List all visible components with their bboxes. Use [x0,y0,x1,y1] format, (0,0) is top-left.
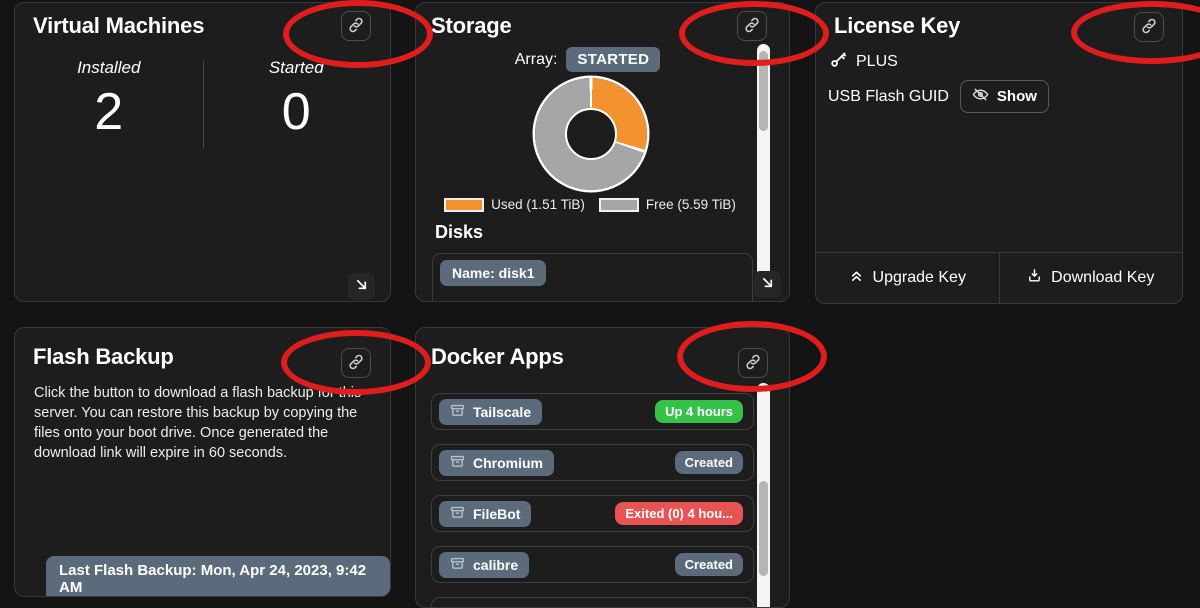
app-name-badge: calibre [439,552,529,578]
card-link-button[interactable] [738,348,768,378]
archive-box-icon [450,403,465,421]
app-name-badge: Chromium [439,450,554,476]
vm-installed-label: Installed [15,58,203,78]
link-icon [744,17,760,36]
app-name: calibre [473,557,518,573]
card-link-button[interactable] [341,11,371,41]
storage-card: Storage Array: STARTED Used (1.51 TiB) F… [415,2,790,302]
show-guid-button[interactable]: Show [960,80,1049,113]
app-status-badge: Created [675,451,743,474]
storage-scrollbar[interactable] [757,44,770,296]
docker-app-row-partial[interactable] [431,597,754,608]
license-footer: Upgrade Key Download Key [816,252,1182,303]
vertical-divider [203,61,204,149]
license-key-card: License Key PLUS USB Flash GUID Show Upg… [815,2,1183,304]
archive-box-icon [450,505,465,523]
license-tier-label: PLUS [856,53,898,71]
app-name: Tailscale [473,404,531,420]
array-label: Array: [515,51,558,69]
disk-name-badge: Name: disk1 [440,260,546,286]
license-tier-row: PLUS [830,51,898,73]
link-icon [348,354,364,373]
legend-item-free: Free (5.59 TiB) [599,197,736,212]
archive-box-icon [450,454,465,472]
legend-item-used: Used (1.51 TiB) [444,197,585,212]
legend-swatch-free [599,198,639,212]
link-icon [348,17,364,36]
donut-hole [565,108,617,160]
angles-up-icon [849,268,864,288]
eye-slash-icon [972,86,989,107]
donut-legend: Used (1.51 TiB) Free (5.59 TiB) [416,197,764,212]
card-resize-handle[interactable] [754,271,781,298]
legend-label-free: Free (5.59 TiB) [646,197,736,212]
legend-swatch-used [444,198,484,212]
vm-started-value: 0 [203,86,391,138]
array-status-row: Array: STARTED [416,47,759,72]
guid-row: USB Flash GUID Show [828,80,1049,113]
guid-label: USB Flash GUID [828,88,949,106]
storage-scrollbar-thumb[interactable] [759,51,768,131]
docker-scrollbar-thumb[interactable] [759,481,768,576]
key-icon [830,51,847,73]
card-title: License Key [834,13,960,39]
last-flash-backup-badge: Last Flash Backup: Mon, Apr 24, 2023, 9:… [46,556,390,597]
link-icon [1141,18,1157,37]
vm-installed: Installed 2 [15,58,203,138]
card-title: Virtual Machines [33,13,204,39]
card-title: Docker Apps [431,344,564,370]
docker-app-row[interactable]: calibre Created [431,546,754,583]
storage-donut-chart [535,78,647,190]
app-name-badge: Tailscale [439,399,542,425]
arrow-down-right-icon [354,277,369,297]
docker-app-row[interactable]: Chromium Created [431,444,754,481]
download-icon [1027,268,1042,288]
app-status-badge: Exited (0) 4 hou... [615,502,743,525]
card-title: Storage [431,13,512,39]
upgrade-key-label: Upgrade Key [873,269,966,287]
download-key-button[interactable]: Download Key [1000,253,1183,303]
legend-label-used: Used (1.51 TiB) [491,197,585,212]
link-icon [745,354,761,373]
docker-app-row[interactable]: FileBot Exited (0) 4 hou... [431,495,754,532]
docker-scrollbar[interactable] [757,383,770,608]
archive-box-icon [450,556,465,574]
download-key-label: Download Key [1051,269,1154,287]
disk-row[interactable]: Name: disk1 [432,253,753,302]
card-resize-handle[interactable] [348,273,375,300]
docker-apps-card: Docker Apps Tailscale Up 4 hours Chromiu… [415,327,790,608]
vm-started: Started 0 [203,58,391,138]
flash-backup-description: Click the button to download a flash bac… [34,383,372,463]
app-name: Chromium [473,455,543,471]
vm-started-label: Started [203,58,391,78]
array-status-badge: STARTED [566,47,660,72]
flash-backup-card: Flash Backup Click the button to downloa… [14,327,391,597]
show-guid-label: Show [997,88,1037,105]
docker-app-row[interactable]: Tailscale Up 4 hours [431,393,754,430]
arrow-down-right-icon [760,275,775,295]
disks-heading: Disks [435,222,483,243]
card-link-button[interactable] [737,11,767,41]
card-link-button[interactable] [341,348,371,378]
card-link-button[interactable] [1134,12,1164,42]
app-status-badge: Created [675,553,743,576]
app-name-badge: FileBot [439,501,531,527]
vm-installed-value: 2 [15,86,203,138]
card-title: Flash Backup [33,344,174,370]
app-status-badge: Up 4 hours [655,400,743,423]
upgrade-key-button[interactable]: Upgrade Key [816,253,1000,303]
app-name: FileBot [473,506,520,522]
virtual-machines-card: Virtual Machines Installed 2 Started 0 [14,2,391,302]
unraid-dashboard: { "ui": { "colors": { "badge_slate": "#5… [0,0,1200,600]
